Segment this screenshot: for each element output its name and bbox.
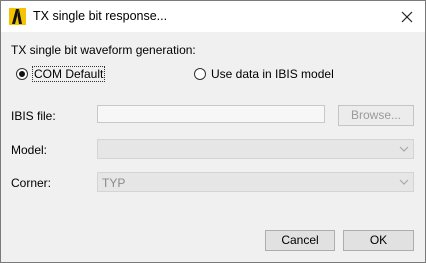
browse-button[interactable]: Browse... — [338, 105, 414, 126]
radio-button-selected[interactable] — [16, 68, 28, 80]
close-button[interactable] — [389, 1, 425, 32]
model-label: Model: — [11, 143, 48, 157]
chevron-down-icon — [399, 146, 409, 152]
chevron-down-icon — [399, 179, 409, 185]
window-title: TX single bit response... — [33, 9, 168, 23]
cancel-button[interactable]: Cancel — [265, 230, 335, 251]
ibis-file-input[interactable] — [97, 105, 325, 123]
ibis-file-label: IBIS file: — [11, 109, 56, 123]
waveform-section-label: TX single bit waveform generation: — [11, 43, 196, 57]
com-default-radio[interactable]: COM Default — [16, 66, 106, 82]
corner-value: TYP — [102, 176, 126, 190]
app-logo-icon — [9, 8, 26, 25]
use-ibis-label: Use data in IBIS model — [211, 67, 334, 81]
model-dropdown[interactable] — [97, 139, 414, 159]
use-ibis-radio[interactable]: Use data in IBIS model — [194, 67, 334, 81]
corner-label: Corner: — [11, 176, 52, 190]
corner-dropdown[interactable]: TYP — [97, 172, 414, 192]
dialog-window: TX single bit response... TX single bit … — [0, 0, 426, 263]
close-icon — [401, 11, 413, 22]
com-default-label: COM Default — [31, 66, 106, 82]
radio-button-unselected[interactable] — [194, 68, 206, 80]
dialog-content: TX single bit waveform generation: COM D… — [1, 32, 425, 262]
ok-button[interactable]: OK — [343, 230, 414, 251]
title-bar[interactable]: TX single bit response... — [1, 1, 425, 32]
